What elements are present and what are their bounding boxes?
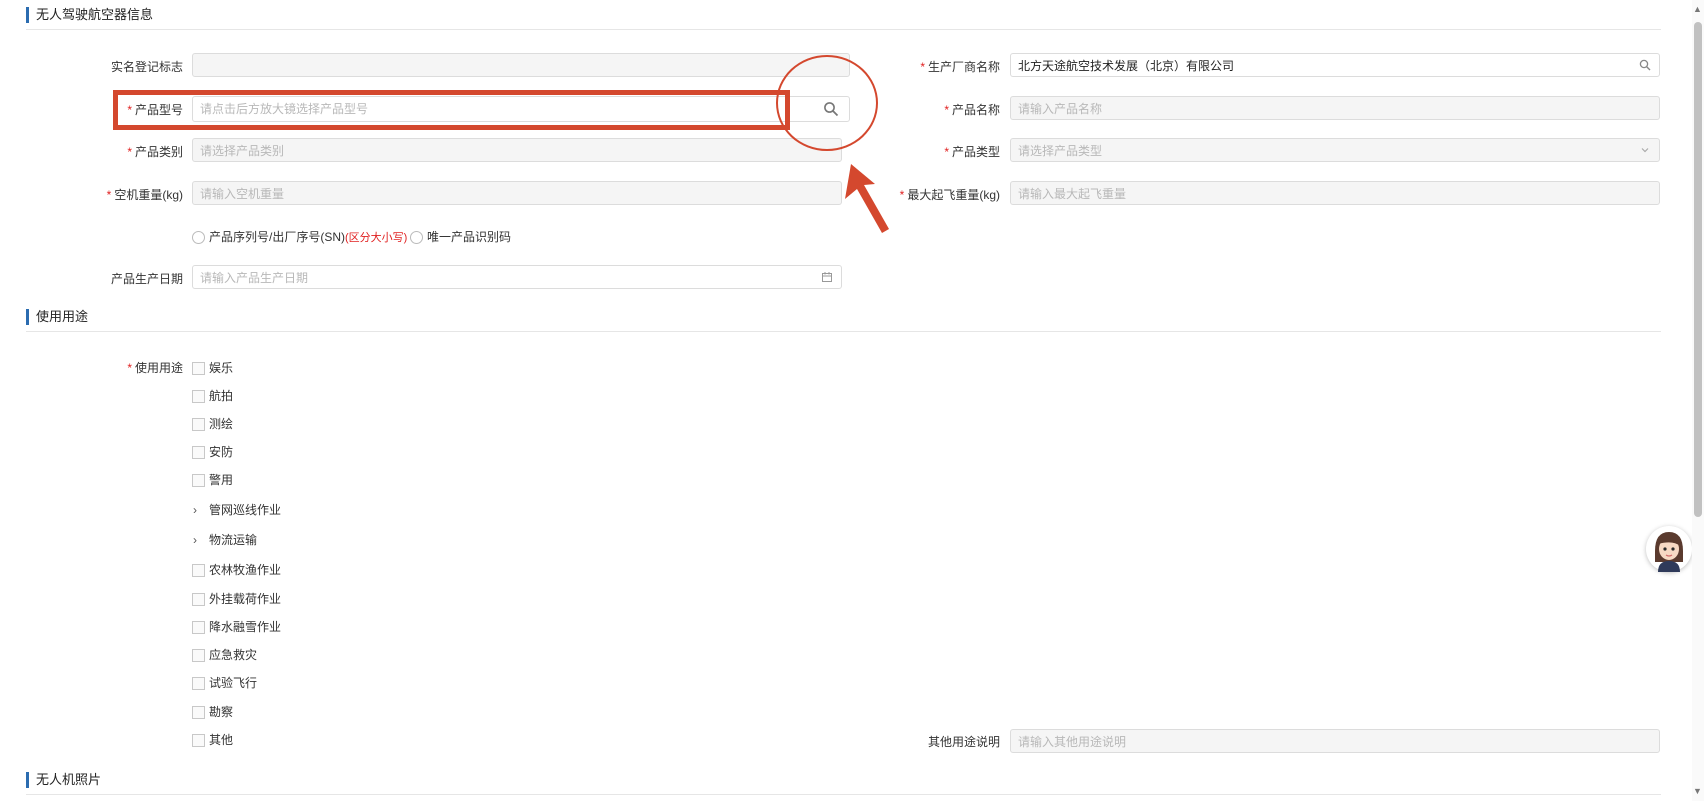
usage-option-label[interactable]: 应急救灾 <box>209 648 257 662</box>
product-name-label: * 产品名称 <box>944 103 1000 117</box>
expand-chevron-icon[interactable]: › <box>193 503 197 517</box>
usage-group-label[interactable]: 物流运输 <box>209 533 257 547</box>
manufacturer-value: 北方天途航空技术发展（北京）有限公司 <box>1018 59 1235 73</box>
required-mark: * <box>920 60 925 74</box>
empty-weight-placeholder: 请输入空机重量 <box>200 187 285 201</box>
section-title: 无人驾驶航空器信息 <box>36 7 154 22</box>
real-name-flag-label: 实名登记标志 <box>110 60 183 74</box>
usage-checkbox[interactable] <box>192 677 205 690</box>
chevron-down-icon <box>1641 148 1649 153</box>
section-title: 无人机照片 <box>36 772 102 787</box>
usage-option-label[interactable]: 降水融雪作业 <box>209 620 281 634</box>
usage-checkbox[interactable] <box>192 418 205 431</box>
required-mark: * <box>944 145 949 159</box>
usage-checkbox[interactable] <box>192 564 205 577</box>
usage-checkbox[interactable] <box>192 446 205 459</box>
usage-option-label[interactable]: 测绘 <box>209 417 233 431</box>
required-mark: * <box>899 188 905 202</box>
expand-chevron-icon[interactable]: › <box>193 533 197 547</box>
product-category-placeholder: 请选择产品类别 <box>200 144 285 158</box>
usage-checkbox[interactable] <box>192 593 205 606</box>
required-mark: * <box>127 361 132 375</box>
usage-option-label[interactable]: 警用 <box>209 473 233 487</box>
max-takeoff-weight-placeholder: 请输入最大起飞重量 <box>1018 187 1127 201</box>
required-mark: * <box>127 145 132 159</box>
udi-radio[interactable] <box>410 231 423 244</box>
usage-checkbox[interactable] <box>192 706 205 719</box>
usage-option-label[interactable]: 航拍 <box>209 389 233 403</box>
section-header-uav-info: 无人驾驶航空器信息 <box>26 7 1661 30</box>
assistant-avatar-icon <box>1647 527 1691 572</box>
production-date-label: 产品生产日期 <box>110 272 183 286</box>
production-date-input[interactable]: 请输入产品生产日期 <box>192 265 842 289</box>
usage-option-label[interactable]: 安防 <box>209 445 233 459</box>
section-accent-bar <box>26 7 29 23</box>
other-usage-label: 其他用途说明 <box>927 735 1000 749</box>
section-title: 使用用途 <box>36 309 89 324</box>
scroll-up-arrow-icon[interactable]: ▲ <box>1693 4 1702 14</box>
required-mark: * <box>106 188 112 202</box>
empty-weight-label: * 空机重量(kg) <box>106 188 183 202</box>
scroll-down-arrow-icon[interactable]: ▼ <box>1693 786 1702 796</box>
section-accent-bar <box>26 309 29 325</box>
usage-checkbox[interactable] <box>192 621 205 634</box>
product-name-placeholder: 请输入产品名称 <box>1018 102 1103 116</box>
serial-number-radio-label[interactable]: 产品序列号/出厂序号(SN)(区分大小写) <box>209 230 407 245</box>
section-header-photos: 无人机照片 <box>26 772 1661 795</box>
usage-checkbox[interactable] <box>192 734 205 747</box>
section-accent-bar <box>26 772 29 788</box>
usage-option-label[interactable]: 试验飞行 <box>209 676 257 690</box>
other-usage-input[interactable]: 请输入其他用途说明 <box>1010 729 1660 753</box>
usage-option-label[interactable]: 娱乐 <box>209 361 233 375</box>
product-category-label: * 产品类别 <box>127 145 183 159</box>
vertical-scrollbar[interactable]: ▲ ▼ <box>1692 0 1704 801</box>
annotation-highlight-circle <box>776 55 878 151</box>
case-sensitive-note: (区分大小写) <box>345 232 408 244</box>
usage-checkbox[interactable] <box>192 362 205 375</box>
usage-option-label[interactable]: 农林牧渔作业 <box>209 563 281 577</box>
other-usage-placeholder: 请输入其他用途说明 <box>1018 735 1127 749</box>
section-header-usage: 使用用途 <box>26 309 1661 332</box>
usage-group-label[interactable]: 管网巡线作业 <box>209 503 281 517</box>
product-type-select[interactable]: 请选择产品类型 <box>1010 138 1660 162</box>
usage-checkbox[interactable] <box>192 390 205 403</box>
production-date-placeholder: 请输入产品生产日期 <box>200 271 309 285</box>
serial-number-radio[interactable] <box>192 231 205 244</box>
usage-checkbox[interactable] <box>192 474 205 487</box>
product-category-select[interactable]: 请选择产品类别 <box>192 138 842 162</box>
empty-weight-input[interactable]: 请输入空机重量 <box>192 181 842 205</box>
required-mark: * <box>944 103 949 117</box>
calendar-icon[interactable] <box>821 271 833 283</box>
usage-option-label[interactable]: 外挂载荷作业 <box>209 592 281 606</box>
usage-checkbox[interactable] <box>192 649 205 662</box>
udi-radio-label[interactable]: 唯一产品识别码 <box>427 230 511 244</box>
usage-label: * 使用用途 <box>127 361 183 375</box>
assistant-avatar[interactable] <box>1646 526 1692 572</box>
product-name-input[interactable]: 请输入产品名称 <box>1010 96 1660 120</box>
annotation-highlight-rect <box>113 90 790 130</box>
search-icon[interactable] <box>1639 59 1651 71</box>
real-name-flag-field <box>192 53 850 77</box>
product-type-placeholder: 请选择产品类型 <box>1018 144 1103 158</box>
max-takeoff-weight-input[interactable]: 请输入最大起飞重量 <box>1010 181 1660 205</box>
usage-option-label[interactable]: 勘察 <box>209 705 233 719</box>
scrollbar-thumb[interactable] <box>1694 22 1702 517</box>
red-arrow-annotation <box>845 164 889 233</box>
manufacturer-label: * 生产厂商名称 <box>920 60 1000 74</box>
manufacturer-input[interactable]: 北方天途航空技术发展（北京）有限公司 <box>1010 53 1660 77</box>
usage-option-label[interactable]: 其他 <box>209 733 233 747</box>
